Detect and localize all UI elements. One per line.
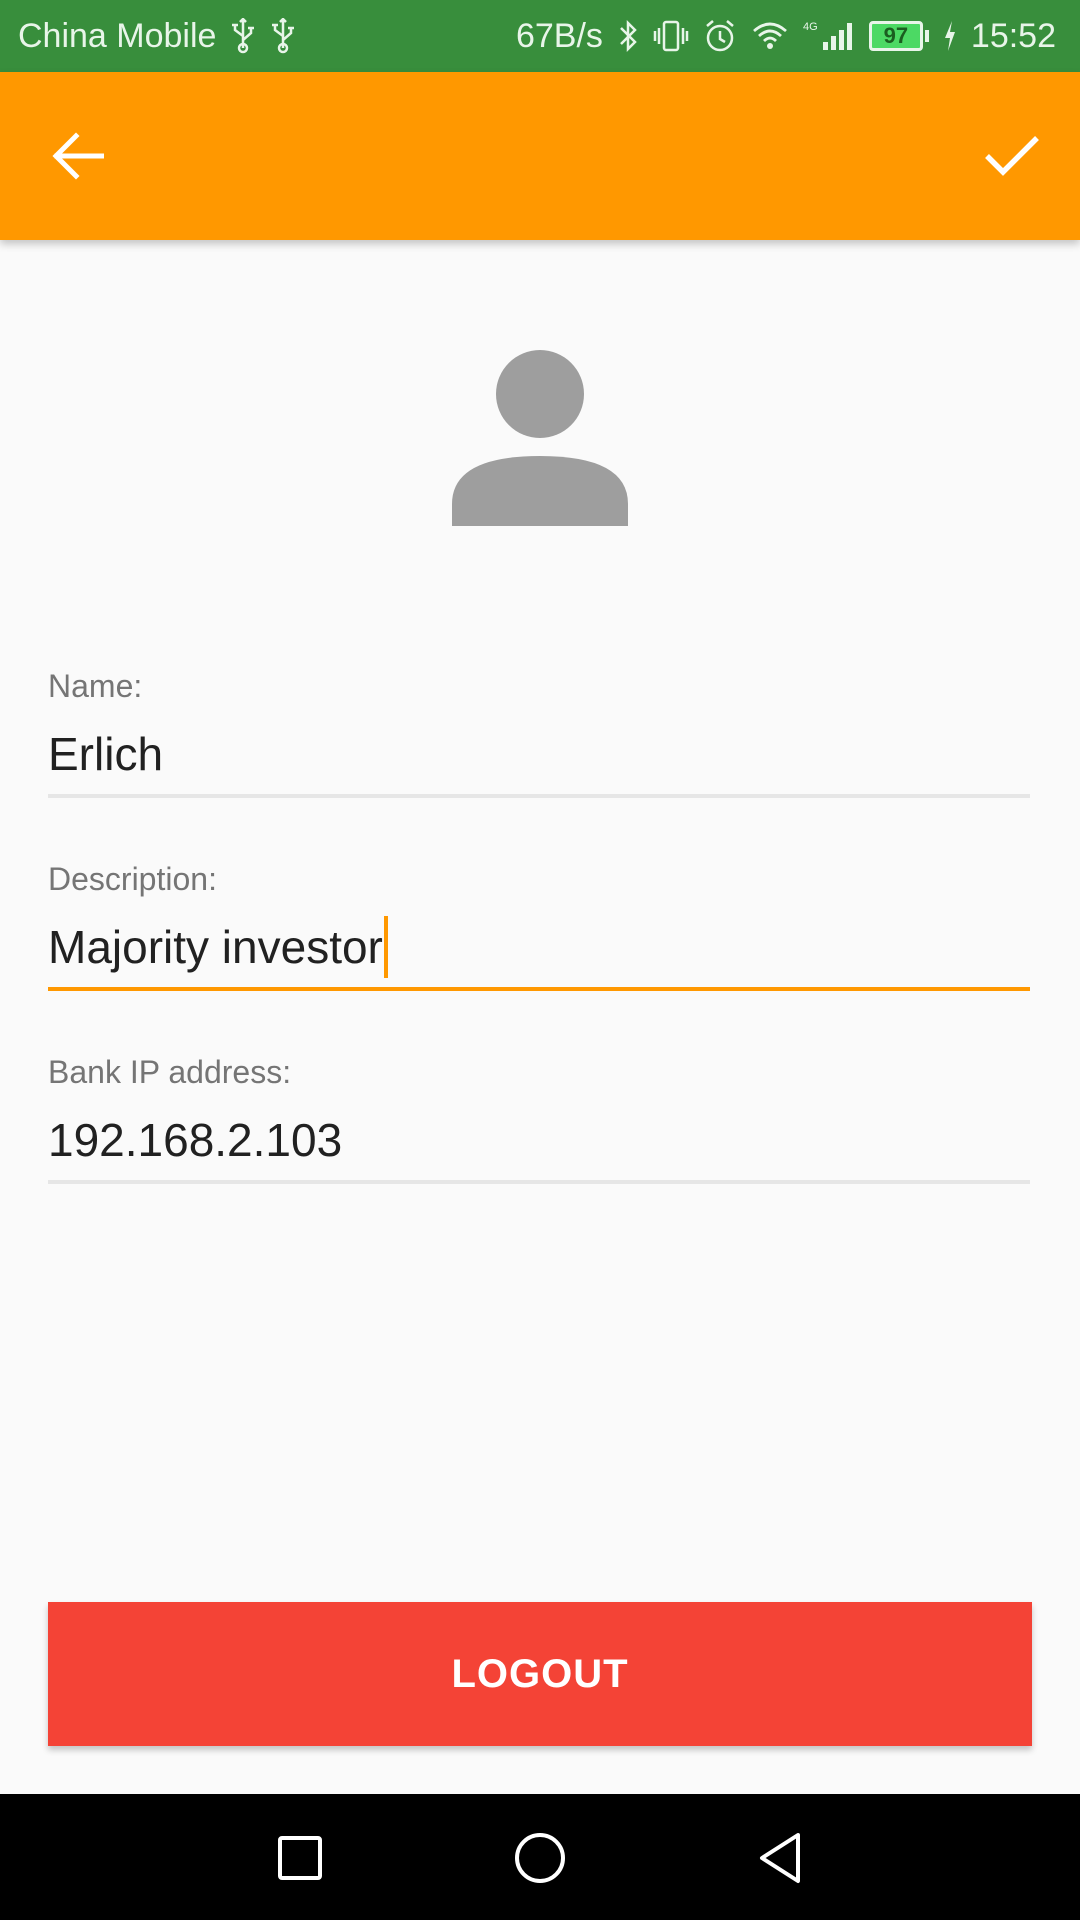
bank-ip-value: 192.168.2.103 [48, 1114, 343, 1166]
home-button[interactable] [500, 1822, 580, 1894]
bank-ip-input[interactable]: 192.168.2.103 [48, 1110, 1030, 1170]
usb-icon [230, 16, 256, 56]
recent-apps-button[interactable] [260, 1822, 340, 1894]
status-left: China Mobile [18, 16, 296, 56]
bank-ip-underline [48, 1180, 1030, 1184]
battery-level: 97 [868, 21, 923, 51]
arrow-back-icon [52, 132, 104, 180]
home-icon [515, 1833, 565, 1883]
name-field: Name: Erlich [48, 666, 1030, 798]
navigation-bar [0, 1794, 1080, 1920]
battery-icon: 97 [868, 21, 929, 51]
name-label: Name: [48, 668, 143, 704]
bank-ip-label: Bank IP address: [48, 1054, 292, 1090]
bank-ip-field: Bank IP address: 192.168.2.103 [48, 1052, 1030, 1184]
wifi-icon [751, 16, 789, 56]
svg-text:4G: 4G [803, 21, 818, 33]
description-underline [48, 987, 1030, 991]
bluetooth-icon [617, 16, 639, 56]
description-input[interactable]: Majority investor [48, 916, 1030, 978]
logout-button[interactable]: LOGOUT [48, 1602, 1032, 1746]
text-cursor [383, 916, 388, 978]
description-label: Description: [48, 861, 217, 897]
network-speed: 67B/s [515, 16, 603, 55]
app-bar [0, 72, 1080, 240]
clock: 15:52 [970, 16, 1056, 55]
name-value: Erlich [48, 728, 164, 780]
recent-apps-icon [278, 1836, 322, 1880]
usb-icon [270, 16, 296, 56]
check-icon [985, 136, 1039, 176]
profile-avatar[interactable] [450, 344, 630, 534]
status-bar: China Mobile 67B/s 4G 97 15:52 [0, 0, 1080, 72]
status-right: 67B/s 4G 97 15:52 [516, 16, 1056, 56]
carrier-name: China Mobile [18, 16, 217, 55]
name-underline [48, 794, 1030, 798]
description-field: Description: Majority investor [48, 859, 1030, 991]
vibrate-icon [653, 16, 689, 56]
person-icon [452, 350, 628, 526]
alarm-icon [703, 16, 737, 56]
charging-icon [943, 16, 957, 56]
save-button[interactable] [968, 112, 1056, 200]
name-input[interactable]: Erlich [48, 724, 1030, 784]
nav-back-button[interactable] [740, 1822, 820, 1894]
description-value: Majority investor [48, 921, 383, 973]
signal-icon: 4G [803, 16, 855, 56]
back-button[interactable] [34, 112, 122, 200]
back-icon [760, 1833, 800, 1883]
